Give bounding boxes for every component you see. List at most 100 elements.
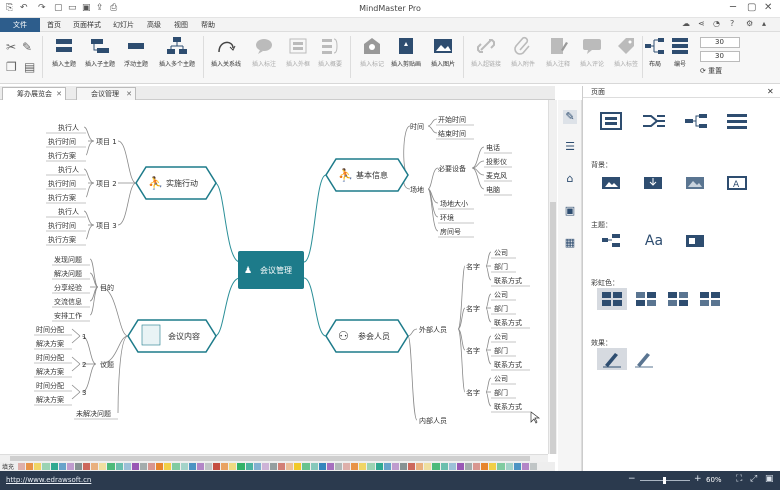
color-swatch[interactable] — [50, 463, 58, 470]
color-swatch[interactable] — [432, 463, 440, 470]
color-swatch[interactable] — [343, 463, 351, 470]
color-swatch[interactable] — [213, 463, 221, 470]
menu-page-style[interactable]: 页面样式 — [73, 18, 101, 32]
color-swatch[interactable] — [497, 463, 505, 470]
color-swatch[interactable] — [505, 463, 513, 470]
insert-clipart-button[interactable]: 插入剪贴画 — [386, 36, 426, 68]
color-swatch[interactable] — [383, 463, 391, 470]
rainbow-option-4[interactable] — [695, 288, 725, 310]
color-swatch[interactable] — [278, 463, 286, 470]
insert-image-button[interactable]: 插入图片 — [423, 36, 463, 68]
insert-relationship-button[interactable]: 插入关系线 — [206, 36, 246, 68]
menu-view[interactable]: 视图 — [174, 18, 188, 32]
color-swatch[interactable] — [196, 463, 204, 470]
color-swatch[interactable] — [473, 463, 481, 470]
home-icon[interactable]: ⌂ — [563, 172, 577, 186]
color-swatch[interactable] — [58, 463, 66, 470]
main-topic-people[interactable]: ⚇ 参会人员 — [325, 319, 409, 353]
horizontal-spacing-field[interactable]: 30 — [700, 37, 740, 48]
main-topic-content[interactable]: 会议内容 — [127, 319, 217, 353]
zoom-in-icon[interactable]: + — [694, 474, 702, 484]
insert-summary-button[interactable]: 插入概要 — [310, 36, 350, 68]
color-swatch[interactable] — [42, 463, 50, 470]
effect-hand-drawn-button[interactable] — [597, 348, 627, 370]
color-swatch[interactable] — [399, 463, 407, 470]
color-swatch[interactable] — [131, 463, 139, 470]
horizontal-scrollbar[interactable] — [0, 454, 548, 462]
color-swatch[interactable] — [448, 463, 456, 470]
tab-exhibition[interactable]: 筹办展览会 ✕ — [2, 87, 66, 100]
color-swatch[interactable] — [286, 463, 294, 470]
main-topic-info[interactable]: ⛹ 基本信息 — [325, 158, 409, 192]
watermark-button[interactable]: A — [723, 172, 753, 194]
help-icon[interactable]: ? — [730, 19, 734, 28]
effect-shadow-button[interactable] — [629, 348, 659, 370]
color-swatch[interactable] — [66, 463, 74, 470]
color-swatch[interactable] — [221, 463, 229, 470]
color-swatch[interactable] — [391, 463, 399, 470]
zoom-slider-handle[interactable] — [663, 477, 666, 484]
user-icon[interactable]: ◔ — [713, 19, 720, 28]
color-swatch[interactable] — [123, 463, 131, 470]
page-format-icon[interactable]: ✎ — [563, 110, 577, 124]
color-swatch[interactable] — [440, 463, 448, 470]
color-swatch[interactable] — [172, 463, 180, 470]
color-swatch[interactable] — [334, 463, 342, 470]
color-swatch[interactable] — [26, 463, 34, 470]
scroll-thumb[interactable] — [10, 456, 530, 461]
reset-button[interactable]: ⟳ 重置 — [700, 66, 722, 76]
connector-style-button[interactable] — [639, 110, 669, 132]
vertical-scrollbar[interactable] — [548, 100, 557, 454]
mind-map-canvas[interactable]: ♟ 会议管理 ⛹ 实施行动 会议内容 ⛹ 基本信息 ⚇ 参会人员 项目 1 项目… — [0, 100, 548, 454]
color-swatch[interactable] — [310, 463, 318, 470]
color-swatch[interactable] — [245, 463, 253, 470]
insert-hyperlink-button[interactable]: 插入超链接 — [466, 36, 506, 68]
theme-color-button[interactable] — [681, 230, 711, 252]
theme-font-button[interactable]: Aa — [639, 230, 669, 252]
task-icon[interactable]: ▦ — [563, 236, 577, 250]
background-image-button[interactable] — [639, 172, 669, 194]
color-swatch[interactable] — [489, 463, 497, 470]
menu-help[interactable]: 帮助 — [201, 18, 215, 32]
color-swatch[interactable] — [318, 463, 326, 470]
cloud-icon[interactable]: ☁ — [682, 19, 690, 28]
color-swatches[interactable] — [18, 463, 538, 470]
color-swatch[interactable] — [456, 463, 464, 470]
menu-advanced[interactable]: 高级 — [147, 18, 161, 32]
menu-file[interactable]: 文件 — [0, 18, 40, 32]
color-swatch[interactable] — [99, 463, 107, 470]
color-swatch[interactable] — [375, 463, 383, 470]
color-swatch[interactable] — [237, 463, 245, 470]
color-swatch[interactable] — [521, 463, 529, 470]
website-link[interactable]: http://www.edrawsoft.cn — [6, 476, 91, 484]
color-swatch[interactable] — [326, 463, 334, 470]
color-swatch[interactable] — [253, 463, 261, 470]
clipart-panel-icon[interactable]: ▣ — [563, 204, 577, 218]
close-icon[interactable]: ✕ — [764, 2, 772, 13]
rainbow-option-3[interactable] — [663, 288, 693, 310]
format-painter-icon[interactable]: ✂ — [6, 40, 16, 54]
background-texture-button[interactable] — [681, 172, 711, 194]
rainbow-option-2[interactable] — [631, 288, 661, 310]
branch-style-button[interactable] — [681, 110, 711, 132]
color-swatch[interactable] — [156, 463, 164, 470]
insert-multiple-topics-button[interactable]: 插入多个主题 — [154, 36, 200, 68]
color-swatch[interactable] — [115, 463, 123, 470]
copy-icon[interactable]: ▤ — [24, 60, 35, 74]
color-swatch[interactable] — [139, 463, 147, 470]
color-swatch[interactable] — [529, 463, 537, 470]
floating-topic-button[interactable]: 浮动主题 — [116, 36, 156, 68]
theme-button[interactable] — [597, 230, 627, 252]
color-swatch[interactable] — [83, 463, 91, 470]
color-swatch[interactable] — [188, 463, 196, 470]
maximize-icon[interactable]: ▢ — [747, 2, 756, 13]
color-swatch[interactable] — [294, 463, 302, 470]
background-color-button[interactable] — [597, 172, 627, 194]
panel-toggle-icon[interactable]: ▣ — [765, 474, 774, 484]
outline-icon[interactable]: ☰ — [563, 140, 577, 154]
list-style-button[interactable] — [723, 110, 753, 132]
close-panel-icon[interactable]: ✕ — [767, 87, 774, 96]
color-swatch[interactable] — [204, 463, 212, 470]
color-swatch[interactable] — [18, 463, 26, 470]
fullscreen-icon[interactable]: ⤢ — [750, 474, 757, 484]
